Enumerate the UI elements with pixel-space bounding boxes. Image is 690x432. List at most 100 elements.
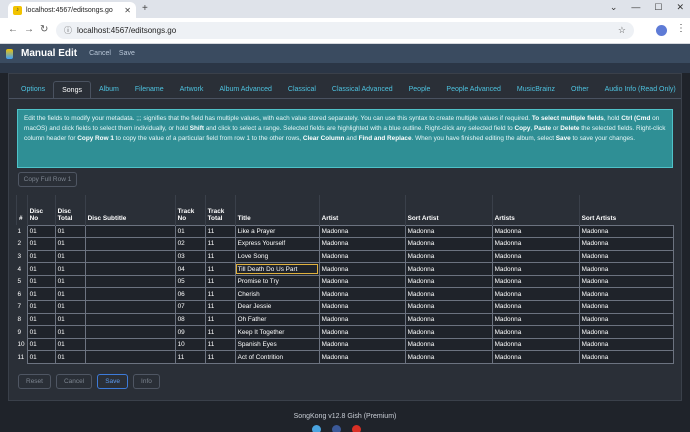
table-cell[interactable]: Madonna (578, 249, 675, 264)
table-cell[interactable]: 01 (54, 262, 86, 276)
table-cell[interactable]: Madonna (318, 224, 406, 239)
table-cell[interactable]: 11 (204, 262, 236, 276)
column-header[interactable]: Track Total (204, 195, 236, 225)
new-tab-icon[interactable]: + (142, 3, 148, 14)
table-cell[interactable]: Madonna (318, 350, 406, 365)
table-cell[interactable]: 01 (54, 337, 86, 352)
table-cell[interactable]: 01 (54, 237, 86, 251)
table-cell[interactable]: 05 (174, 274, 206, 289)
facebook-icon[interactable] (332, 425, 341, 432)
table-cell[interactable] (84, 224, 176, 239)
table-cell[interactable]: 01 (54, 325, 86, 339)
table-cell[interactable]: 01 (26, 287, 56, 302)
back-arrow-icon[interactable]: ← (8, 24, 18, 35)
table-cell[interactable]: Madonna (404, 300, 493, 314)
table-cell[interactable]: 01 (26, 312, 56, 327)
column-header[interactable]: # (16, 195, 28, 225)
table-cell[interactable] (84, 262, 176, 276)
table-cell[interactable]: 11 (204, 337, 236, 352)
table-cell[interactable]: Madonna (318, 300, 406, 314)
table-cell[interactable]: Madonna (318, 337, 406, 352)
table-cell[interactable] (84, 287, 176, 302)
tab-audio-info[interactable]: Audio Info (Read Only) (597, 81, 684, 98)
table-cell[interactable]: Madonna (318, 325, 406, 339)
table-cell[interactable]: Madonna (318, 249, 406, 264)
table-cell[interactable]: Madonna (491, 300, 580, 314)
column-header[interactable]: Disc Total (54, 195, 86, 225)
table-cell[interactable]: Madonna (578, 300, 675, 314)
maximize-icon[interactable]: ☐ (654, 2, 662, 13)
table-cell[interactable]: 03 (174, 249, 206, 264)
reload-icon[interactable]: ↻ (40, 24, 48, 35)
table-cell[interactable]: 01 (26, 337, 56, 352)
site-info-icon[interactable]: ⓘ (64, 25, 72, 36)
column-header[interactable]: Disc Subtitle (84, 195, 176, 225)
table-cell[interactable]: Like a Prayer (234, 224, 320, 239)
table-cell[interactable]: Madonna (491, 325, 580, 339)
table-cell[interactable]: Promise to Try (234, 274, 320, 289)
table-cell[interactable]: 10 (174, 337, 206, 352)
table-cell[interactable]: Madonna (578, 237, 675, 251)
tab-album-advanced[interactable]: Album Advanced (211, 81, 280, 98)
table-cell[interactable] (84, 249, 176, 264)
table-cell[interactable]: Madonna (318, 287, 406, 302)
tab-album[interactable]: Album (91, 81, 127, 98)
column-header[interactable]: Sort Artist (404, 195, 493, 225)
table-cell[interactable]: Keep It Together (234, 325, 320, 339)
column-header[interactable]: Artists (491, 195, 580, 225)
table-cell[interactable]: Madonna (491, 262, 580, 276)
table-cell[interactable]: Madonna (491, 337, 580, 352)
window-close-icon[interactable]: ✕ (676, 2, 684, 13)
copy-full-row-button[interactable]: Copy Full Row 1 (18, 172, 77, 187)
table-cell[interactable]: Madonna (491, 224, 580, 239)
bookmark-star-icon[interactable]: ☆ (618, 25, 626, 36)
table-cell[interactable]: Madonna (404, 262, 493, 276)
table-cell[interactable]: Madonna (404, 224, 493, 239)
table-cell[interactable]: 08 (174, 312, 206, 327)
table-cell[interactable]: 01 (174, 224, 206, 239)
table-cell[interactable]: 11 (204, 274, 236, 289)
reset-button[interactable]: Reset (18, 374, 51, 389)
table-cell[interactable]: Madonna (491, 249, 580, 264)
table-cell[interactable]: Dear Jessie (234, 300, 320, 314)
table-cell[interactable]: 11 (204, 237, 236, 251)
table-cell[interactable]: Oh Father (234, 312, 320, 327)
table-cell[interactable]: 01 (54, 350, 86, 365)
table-cell[interactable]: Madonna (578, 337, 675, 352)
table-cell[interactable]: 07 (174, 300, 206, 314)
table-cell[interactable]: Madonna (578, 224, 675, 239)
table-cell[interactable]: 01 (54, 312, 86, 327)
save-button[interactable]: Save (97, 374, 129, 389)
table-cell[interactable]: Madonna (318, 312, 406, 327)
table-cell[interactable]: Madonna (318, 237, 406, 251)
table-cell[interactable]: 01 (26, 274, 56, 289)
tab-classical[interactable]: Classical (280, 81, 324, 98)
table-cell[interactable]: Spanish Eyes (234, 337, 320, 352)
table-cell[interactable]: Madonna (404, 325, 493, 339)
table-cell[interactable] (84, 325, 176, 339)
tab-people[interactable]: People (401, 81, 439, 98)
youtube-icon[interactable] (352, 425, 361, 432)
minimize-icon[interactable]: — (631, 2, 640, 13)
table-cell[interactable]: 01 (26, 262, 56, 276)
profile-avatar-icon[interactable] (656, 25, 667, 36)
table-cell[interactable]: 11 (204, 312, 236, 327)
table-cell[interactable]: Madonna (404, 237, 493, 251)
table-cell[interactable]: 01 (26, 224, 56, 239)
table-cell[interactable] (84, 350, 176, 365)
table-cell[interactable]: Madonna (491, 237, 580, 251)
forward-arrow-icon[interactable]: → (24, 24, 34, 35)
column-header[interactable]: Disc No (26, 195, 56, 225)
table-cell[interactable] (84, 337, 176, 352)
header-cancel-button[interactable]: Cancel (89, 50, 111, 57)
tab-artwork[interactable]: Artwork (172, 81, 212, 98)
table-cell[interactable]: Madonna (578, 274, 675, 289)
table-cell[interactable]: Madonna (578, 312, 675, 327)
table-cell[interactable]: Madonna (491, 350, 580, 365)
table-cell[interactable]: 04 (174, 262, 206, 276)
table-cell[interactable]: Madonna (404, 287, 493, 302)
table-cell[interactable]: 01 (26, 300, 56, 314)
table-cell[interactable]: Madonna (578, 325, 675, 339)
table-cell[interactable]: 01 (54, 300, 86, 314)
column-header[interactable]: Track No (174, 195, 206, 225)
